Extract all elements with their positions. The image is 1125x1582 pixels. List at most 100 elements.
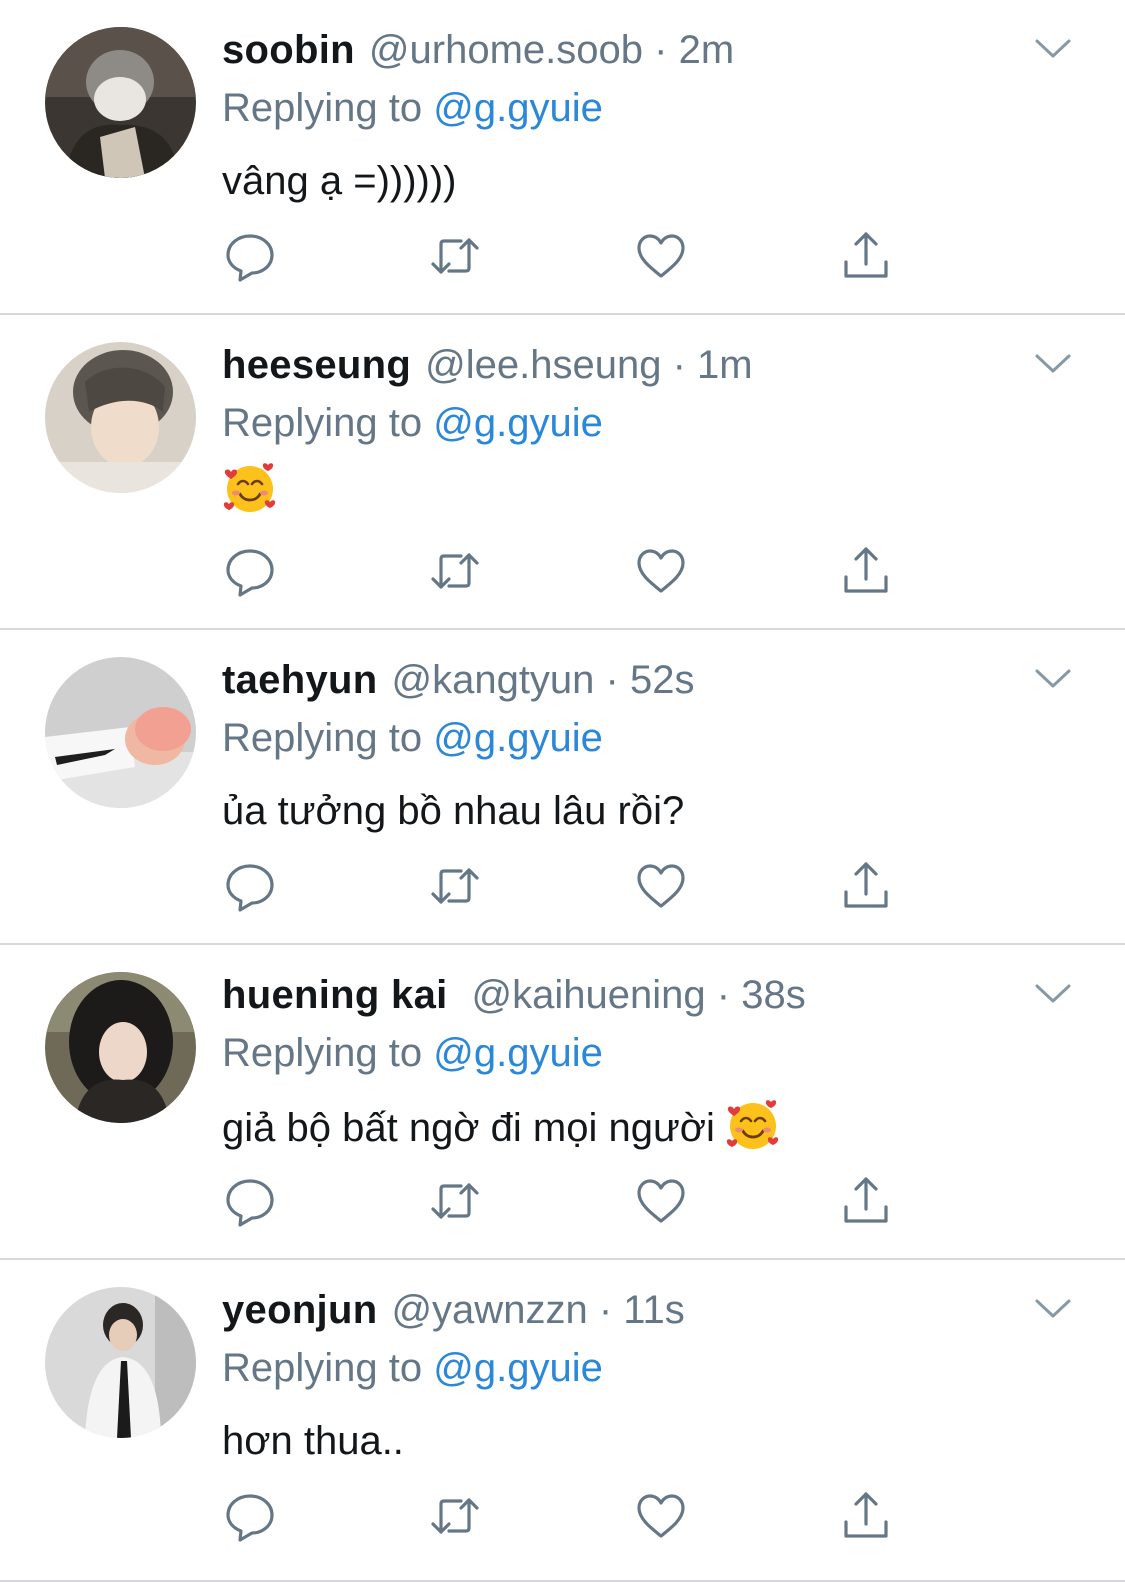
retweet-button[interactable] <box>427 1488 483 1544</box>
mention-link[interactable]: @g.gyuie <box>433 1346 603 1390</box>
tweet-header: taehyun @kangtyun · 52s <box>222 652 695 708</box>
tweet-item[interactable]: soobin @urhome.soob · 2m Replying to @g.g… <box>0 0 1125 315</box>
chevron-down-icon[interactable] <box>1034 38 1072 60</box>
tweet-item[interactable]: taehyun @kangtyun · 52s Replying to @g.gy… <box>0 630 1125 945</box>
separator-dot: · <box>716 973 731 1017</box>
share-button[interactable] <box>838 1173 894 1229</box>
tweet-actions <box>0 228 1125 284</box>
tweet-item[interactable]: heeseung @lee.hseung · 1m Replying to @g.… <box>0 315 1125 630</box>
tweet-header: huening kai @kaihuening · 38s <box>222 967 806 1023</box>
tweet-header: heeseung @lee.hseung · 1m <box>222 337 753 393</box>
tweet-text: ủa tưởng bồ nhau lâu rồi? <box>222 789 685 833</box>
avatar[interactable] <box>45 1287 196 1438</box>
avatar-photo <box>45 1287 196 1438</box>
reply-feed: soobin @urhome.soob · 2m Replying to @g.g… <box>0 0 1125 1582</box>
user-handle[interactable]: @yawnzzn <box>391 1288 587 1332</box>
retweet-button[interactable] <box>427 1173 483 1229</box>
share-button[interactable] <box>838 858 894 914</box>
like-button[interactable] <box>633 1488 689 1544</box>
retweet-button[interactable] <box>427 228 483 284</box>
reply-button[interactable] <box>222 1173 278 1229</box>
like-button[interactable] <box>633 543 689 599</box>
smiling-face-with-hearts-emoji <box>223 463 276 512</box>
tweet-text: giả bộ bất ngờ đi mọi người <box>222 1106 715 1150</box>
retweet-button[interactable] <box>427 858 483 914</box>
share-icon <box>844 862 888 908</box>
timestamp[interactable]: 1m <box>697 343 753 387</box>
tweet-item[interactable]: huening kai @kaihuening · 38s Replying to… <box>0 945 1125 1260</box>
share-icon <box>844 547 888 593</box>
tweet-text: hơn thua.. <box>222 1419 404 1463</box>
replying-to: Replying to @g.gyuie <box>222 80 603 136</box>
share-icon <box>844 232 888 278</box>
timestamp[interactable]: 38s <box>741 973 806 1017</box>
replying-to: Replying to @g.gyuie <box>222 395 603 451</box>
retweet-icon <box>431 1183 479 1219</box>
retweet-icon <box>431 553 479 589</box>
separator-dot: · <box>672 343 686 387</box>
timestamp[interactable]: 52s <box>630 658 695 702</box>
separator-dot: · <box>654 28 668 72</box>
timestamp[interactable]: 2m <box>679 28 735 72</box>
timestamp[interactable]: 11s <box>623 1288 685 1332</box>
retweet-button[interactable] <box>427 543 483 599</box>
heart-icon <box>637 1494 685 1538</box>
reply-button[interactable] <box>222 1488 278 1544</box>
replying-to-label: Replying to <box>222 1031 423 1075</box>
user-handle[interactable]: @kaihuening <box>472 973 706 1017</box>
display-name[interactable]: huening kai <box>222 973 448 1017</box>
tweet-actions <box>0 1173 1125 1229</box>
like-button[interactable] <box>633 1173 689 1229</box>
share-button[interactable] <box>838 1488 894 1544</box>
tweet-item[interactable]: yeonjun @yawnzzn · 11s Replying to @g.gyu… <box>0 1260 1125 1582</box>
tweet-text: vâng ạ =)))))) <box>222 159 457 203</box>
avatar[interactable] <box>45 972 196 1123</box>
display-name[interactable]: taehyun <box>222 658 377 702</box>
chevron-down-icon[interactable] <box>1034 1298 1072 1320</box>
display-name[interactable]: yeonjun <box>222 1288 377 1332</box>
chevron-down-icon[interactable] <box>1034 983 1072 1005</box>
share-button[interactable] <box>838 228 894 284</box>
reply-icon <box>226 549 274 597</box>
avatar[interactable] <box>45 342 196 493</box>
heart-icon <box>637 234 685 278</box>
tweet-header: soobin @urhome.soob · 2m <box>222 22 734 78</box>
like-button[interactable] <box>633 858 689 914</box>
like-button[interactable] <box>633 228 689 284</box>
share-button[interactable] <box>838 543 894 599</box>
display-name[interactable]: heeseung <box>222 343 411 387</box>
tweet-actions <box>0 1488 1125 1544</box>
mention-link[interactable]: @g.gyuie <box>433 86 603 130</box>
user-handle[interactable]: @kangtyun <box>391 658 594 702</box>
avatar-photo <box>45 27 196 178</box>
mention-link[interactable]: @g.gyuie <box>433 1031 603 1075</box>
reply-button[interactable] <box>222 858 278 914</box>
tweet-actions <box>0 543 1125 599</box>
chevron-down-icon[interactable] <box>1034 353 1072 375</box>
retweet-icon <box>431 1498 479 1534</box>
avatar-photo <box>45 972 196 1123</box>
replying-to-label: Replying to <box>222 1346 423 1390</box>
user-handle[interactable]: @lee.hseung <box>425 343 661 387</box>
reply-icon <box>226 1179 274 1227</box>
user-handle[interactable]: @urhome.soob <box>369 28 643 72</box>
display-name[interactable]: soobin <box>222 28 355 72</box>
reply-button[interactable] <box>222 228 278 284</box>
replying-to: Replying to @g.gyuie <box>222 1340 603 1396</box>
mention-link[interactable]: @g.gyuie <box>433 401 603 445</box>
reply-button[interactable] <box>222 543 278 599</box>
smiling-face-with-hearts-emoji <box>726 1100 779 1149</box>
replying-to-label: Replying to <box>222 716 423 760</box>
replying-to-label: Replying to <box>222 86 423 130</box>
avatar[interactable] <box>45 27 196 178</box>
share-icon <box>844 1492 888 1538</box>
chevron-down-icon[interactable] <box>1034 668 1072 690</box>
mention-link[interactable]: @g.gyuie <box>433 716 603 760</box>
heart-icon <box>637 1179 685 1223</box>
reply-icon <box>226 864 274 912</box>
replying-to-label: Replying to <box>222 401 423 445</box>
tweet-text-row: giả bộ bất ngờ đi mọi người <box>222 1097 781 1157</box>
avatar-photo <box>45 342 196 493</box>
reply-icon <box>226 234 274 282</box>
avatar[interactable] <box>45 657 196 808</box>
